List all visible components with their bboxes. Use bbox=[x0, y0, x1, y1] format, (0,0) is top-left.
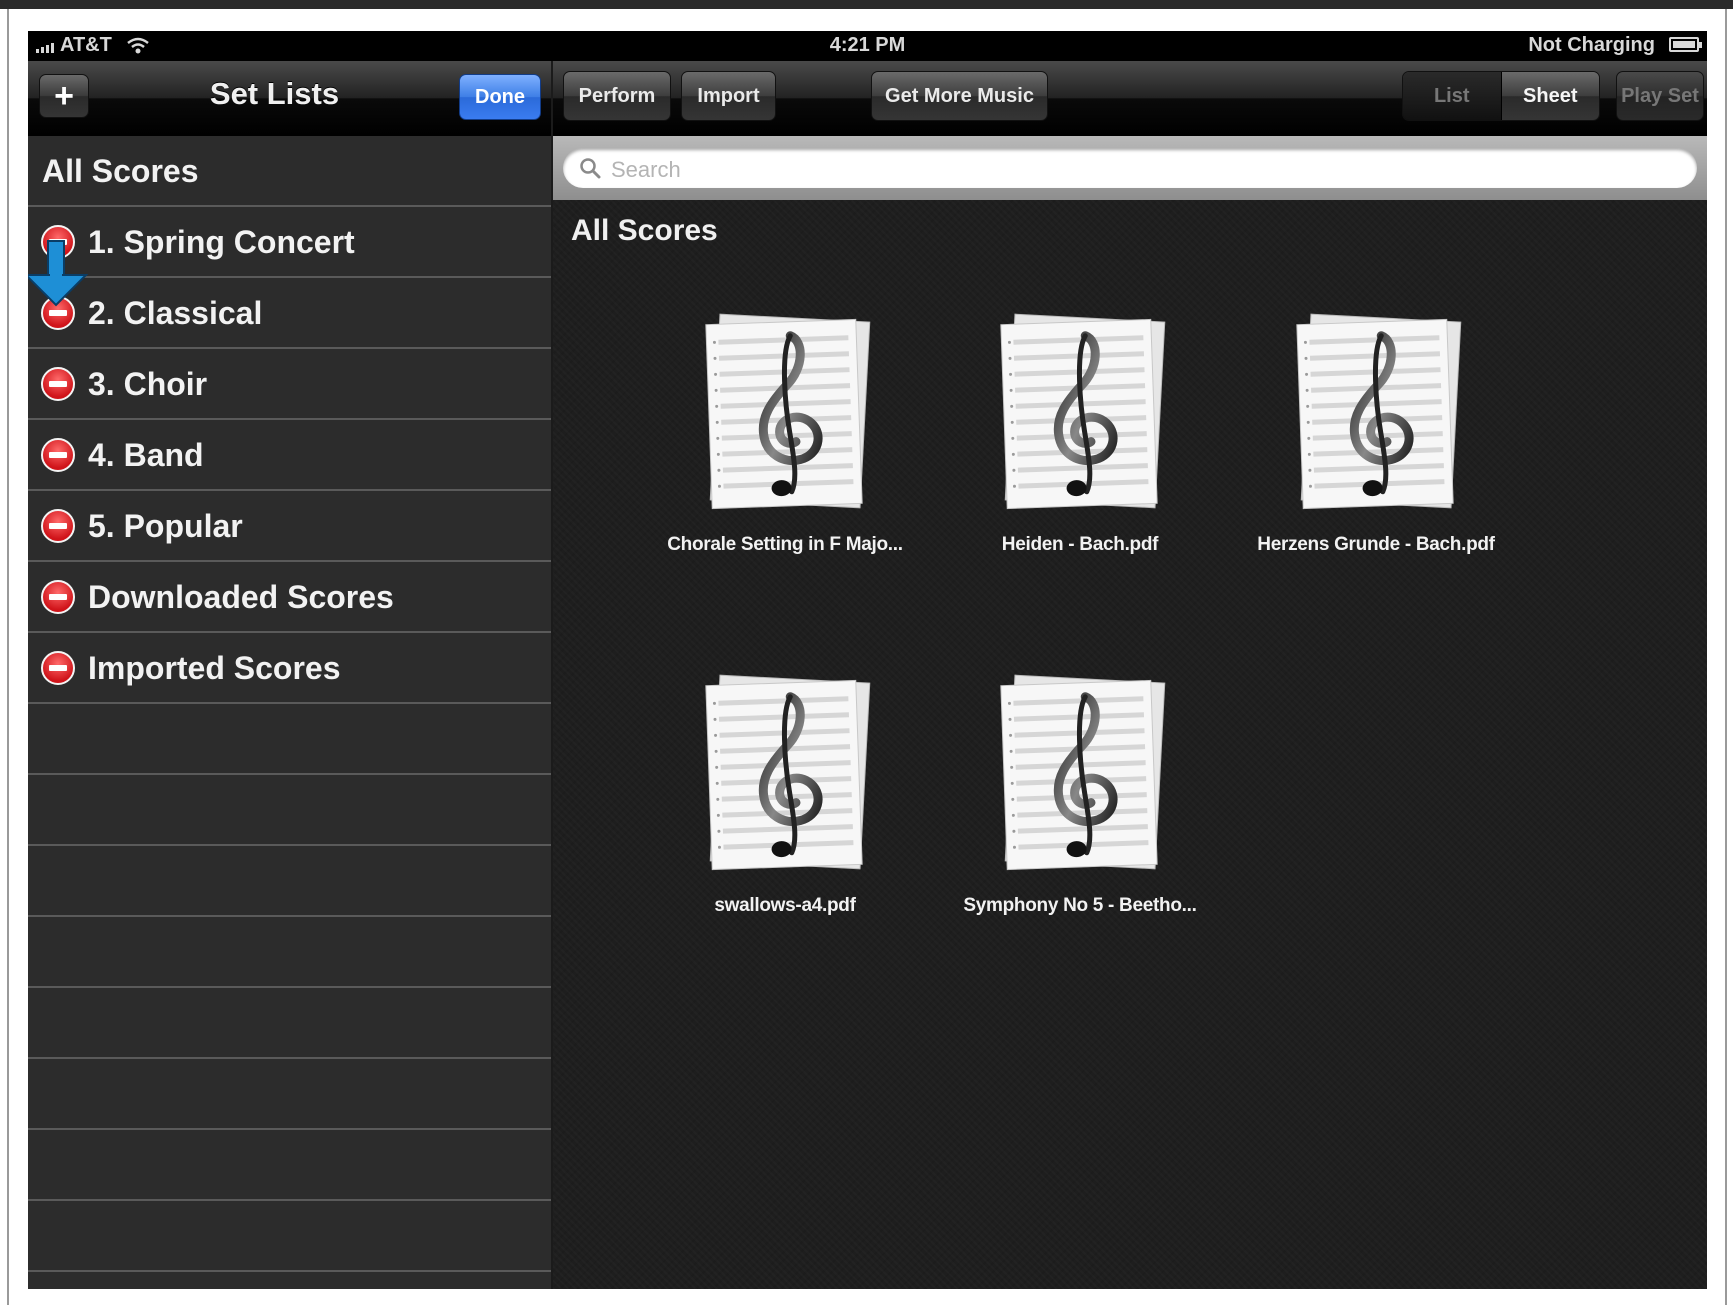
treble-clef-icon bbox=[1292, 312, 1462, 512]
search-input[interactable]: Search bbox=[563, 148, 1697, 188]
delete-icon[interactable] bbox=[41, 438, 75, 472]
set-list: All Scores 1. Spring Concert 2. Classica… bbox=[28, 136, 551, 1289]
set-list-item[interactable]: Downloaded Scores bbox=[28, 562, 551, 633]
set-list-item[interactable]: 4. Band bbox=[28, 420, 551, 491]
score-name: Herzens Grunde - Bach.pdf bbox=[1257, 534, 1495, 555]
set-list-item[interactable]: 2. Classical bbox=[28, 278, 551, 349]
set-list-item-label: Imported Scores bbox=[88, 650, 341, 686]
status-time: 4:21 PM bbox=[829, 34, 906, 56]
view-list-segment[interactable]: List bbox=[1403, 72, 1502, 120]
set-lists-title: Set Lists bbox=[209, 76, 340, 111]
score-name: swallows-a4.pdf bbox=[714, 895, 856, 916]
score-tile[interactable]: Herzens Grunde - Bach.pdf bbox=[1241, 312, 1511, 612]
set-list-item-label: 5. Popular bbox=[88, 508, 243, 544]
search-placeholder: Search bbox=[611, 157, 681, 182]
status-bar: AT&T 4:21 PM Not Charging bbox=[28, 31, 1707, 61]
set-list-item-all-scores[interactable]: All Scores bbox=[28, 136, 551, 207]
empty-row bbox=[28, 1059, 551, 1130]
set-list-item[interactable]: 1. Spring Concert bbox=[28, 207, 551, 278]
get-more-music-button[interactable]: Get More Music bbox=[871, 71, 1048, 121]
import-button[interactable]: Import bbox=[681, 71, 776, 121]
set-list-item[interactable]: 5. Popular bbox=[28, 491, 551, 562]
content-title: All Scores bbox=[571, 214, 718, 247]
delete-icon[interactable] bbox=[41, 580, 75, 614]
empty-row bbox=[28, 988, 551, 1059]
score-tile[interactable]: Heiden - Bach.pdf bbox=[945, 312, 1215, 612]
delete-icon[interactable] bbox=[41, 367, 75, 401]
search-icon bbox=[580, 158, 601, 179]
set-list-item-label: 1. Spring Concert bbox=[88, 224, 355, 260]
done-button[interactable]: Done bbox=[459, 74, 541, 120]
add-set-list-button[interactable]: + bbox=[39, 74, 89, 118]
set-lists-pane: + Set Lists Done All Scores 1. Spring Co… bbox=[28, 61, 551, 1289]
treble-clef-icon bbox=[996, 673, 1166, 873]
delete-icon[interactable] bbox=[41, 651, 75, 685]
perform-button[interactable]: Perform bbox=[563, 71, 671, 121]
empty-row bbox=[28, 917, 551, 988]
scores-pane: Perform Import Get More Music List Sheet… bbox=[553, 61, 1707, 1289]
empty-row bbox=[28, 1201, 551, 1272]
score-name: Heiden - Bach.pdf bbox=[1001, 534, 1159, 555]
set-list-item[interactable]: 3. Choir bbox=[28, 349, 551, 420]
battery-icon bbox=[1669, 37, 1702, 52]
empty-row bbox=[28, 704, 551, 775]
view-mode-segmented-control: List Sheet bbox=[1402, 71, 1600, 121]
delete-icon[interactable] bbox=[41, 509, 75, 543]
set-lists-toolbar: + Set Lists Done bbox=[28, 61, 551, 136]
view-sheet-segment[interactable]: Sheet bbox=[1501, 72, 1599, 120]
set-list-header-label: All Scores bbox=[42, 153, 199, 189]
top-stripe bbox=[0, 0, 1733, 9]
set-list-item-label: 2. Classical bbox=[88, 295, 263, 331]
search-bar: Search bbox=[553, 136, 1707, 200]
set-list-item-label: 3. Choir bbox=[88, 366, 208, 402]
scores-toolbar: Perform Import Get More Music List Sheet… bbox=[553, 61, 1707, 136]
treble-clef-icon bbox=[996, 312, 1166, 512]
set-list-item-label: Downloaded Scores bbox=[88, 579, 394, 615]
treble-clef-icon bbox=[701, 312, 871, 512]
set-list-item[interactable]: Imported Scores bbox=[28, 633, 551, 704]
score-tile[interactable]: swallows-a4.pdf bbox=[650, 673, 920, 973]
empty-row bbox=[28, 846, 551, 917]
empty-row bbox=[28, 1130, 551, 1201]
score-tile[interactable]: Symphony No 5 - Beetho... bbox=[945, 673, 1215, 973]
app-screen: AT&T 4:21 PM Not Charging + Set Lists Do… bbox=[28, 31, 1707, 1289]
score-name: Chorale Setting in F Majo... bbox=[667, 534, 903, 555]
down-arrow-icon bbox=[28, 240, 89, 307]
set-list-item-label: 4. Band bbox=[88, 437, 204, 473]
score-tile[interactable]: Chorale Setting in F Majo... bbox=[650, 312, 920, 612]
score-name: Symphony No 5 - Beetho... bbox=[963, 895, 1197, 916]
empty-row bbox=[28, 775, 551, 846]
play-set-button[interactable]: Play Set bbox=[1616, 71, 1704, 121]
empty-row bbox=[28, 1272, 551, 1289]
battery-status: Not Charging bbox=[1528, 34, 1655, 56]
scores-content: All Scores Chorale Setting in F Majo... … bbox=[553, 200, 1707, 1289]
treble-clef-icon bbox=[701, 673, 871, 873]
